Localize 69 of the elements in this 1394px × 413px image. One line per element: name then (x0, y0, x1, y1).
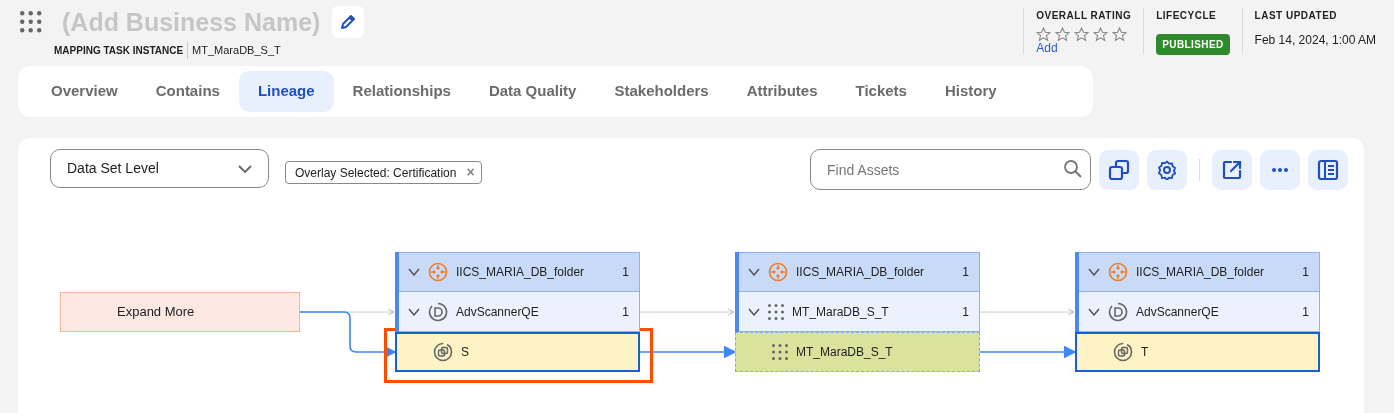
task-node[interactable]: MT_MaraDB_S_T (735, 332, 980, 372)
dots-grid-icon (768, 303, 784, 320)
node-count: 1 (622, 303, 629, 321)
lifecycle-label: LIFECYCLE (1156, 9, 1218, 23)
node-label: IICS_MARIA_DB_folder (1136, 264, 1265, 281)
export-button[interactable] (1212, 149, 1252, 190)
star-icon (1093, 27, 1109, 42)
star-icon (1036, 27, 1052, 42)
search-field[interactable]: Find Assets (810, 149, 1091, 190)
dataset-node[interactable]: S (395, 332, 640, 372)
tab[interactable]: Attributes (727, 71, 837, 112)
node-count: 1 (1302, 264, 1309, 281)
settings-icon (1157, 159, 1177, 180)
node-count: 1 (962, 303, 969, 321)
settings-button[interactable] (1147, 149, 1187, 190)
copy-button[interactable] (1099, 149, 1139, 190)
overlay-filter-label: Overlay Selected: Certification (295, 164, 457, 182)
edit-button[interactable] (332, 6, 365, 38)
node-label: AdvScannerQE (456, 303, 539, 321)
node-label: IICS_MARIA_DB_folder (456, 264, 585, 281)
node-label: T (1141, 344, 1149, 361)
asset-name: MT_MaraDB_S_T (187, 42, 281, 59)
close-icon[interactable]: × (466, 162, 475, 183)
menu-grid-icon (20, 11, 42, 33)
scanner-icon (1108, 301, 1128, 322)
panel-icon (1317, 158, 1339, 181)
tab[interactable]: Lineage (238, 71, 334, 112)
last-updated-label: LAST UPDATED (1254, 9, 1339, 23)
panel-button[interactable] (1308, 149, 1348, 190)
asset-type-label: MAPPING TASK INSTANCE (54, 43, 184, 58)
add-rating-link[interactable]: Add (1036, 42, 1132, 54)
tab[interactable]: Tickets (836, 71, 926, 112)
node-label: IICS_MARIA_DB_folder (796, 264, 925, 281)
node-count: 1 (622, 264, 629, 281)
node-count: 1 (1302, 303, 1309, 321)
hub-icon (768, 262, 788, 282)
tab[interactable]: Data Quality (469, 71, 596, 112)
star-icon (1112, 27, 1128, 42)
expand-more-node[interactable]: Expand More (60, 292, 300, 332)
dataset-icon (433, 342, 453, 362)
chevron-down-icon (238, 164, 252, 173)
more-button[interactable] (1260, 149, 1300, 190)
node-label: MT_MaraDB_S_T (792, 303, 889, 321)
hub-icon (1108, 262, 1128, 282)
copy-icon (1108, 158, 1130, 181)
node-label: AdvScannerQE (1136, 303, 1219, 321)
scanner-icon (428, 301, 448, 322)
status-badge: PUBLISHED (1156, 34, 1230, 55)
level-dropdown[interactable]: Data Set Level (50, 149, 269, 188)
search-icon (1063, 159, 1083, 179)
dataset-icon (1113, 342, 1133, 362)
rating-label: OVERALL RATING (1036, 9, 1132, 23)
external-link-icon (1222, 159, 1242, 180)
dots-grid-icon (772, 344, 788, 360)
star-icon (1055, 27, 1071, 42)
more-icon (1272, 167, 1288, 172)
tab[interactable]: Contains (136, 71, 239, 112)
tab[interactable]: History (925, 71, 1016, 112)
tab[interactable]: Relationships (333, 71, 470, 112)
hub-icon (428, 262, 448, 282)
star-icon (1074, 27, 1090, 42)
node-label: S (461, 344, 469, 361)
tab[interactable]: Stakeholders (595, 71, 728, 112)
node-label: MT_MaraDB_S_T (796, 344, 893, 361)
last-updated-date: Feb 14, 2024, 1:00 AM (1254, 32, 1376, 49)
tab[interactable]: Overview (32, 71, 137, 112)
pencil-icon (339, 13, 358, 31)
node-count: 1 (962, 264, 969, 281)
dataset-node[interactable]: T (1075, 332, 1320, 372)
